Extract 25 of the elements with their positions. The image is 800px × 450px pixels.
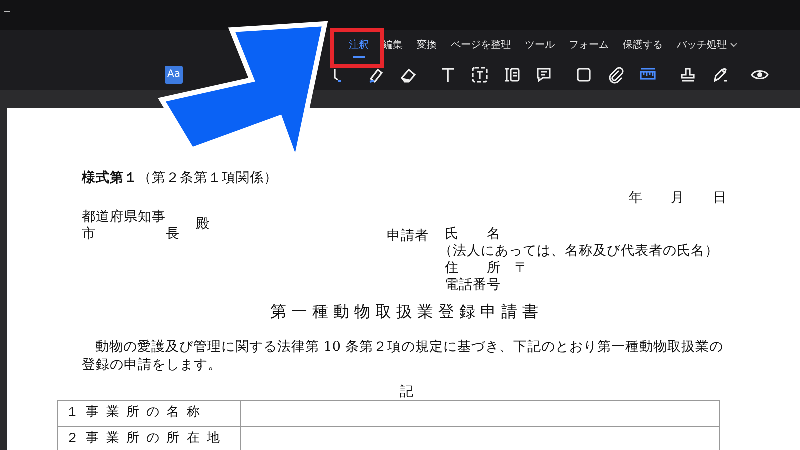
applicant-label: 申請者 [387,226,429,246]
text-style-button[interactable]: Aa [163,64,185,86]
tab[interactable]: 保護する [616,32,670,58]
applicant-line: 氏 名 [445,226,502,242]
applicant-line: （法人にあっては、名称及び代表者の氏名） [439,242,719,260]
tab[interactable]: フォーム [562,32,616,58]
tab[interactable]: 変換 [410,32,444,58]
applicant-line: 電話番号 [445,276,502,294]
body-paragraph: 動物の愛護及び管理に関する法律第 10 条第２項の規定に基づき、下記のとおり第一種動物取扱業の登録の申請をします。 [82,338,724,374]
tab[interactable]: バッチ処理 [670,32,745,58]
tab[interactable]: ページを整理 [444,32,518,58]
highlight-overlay [330,28,384,68]
section-heading: 記 [399,384,415,400]
table-cell: ２ 事 業 所 の 所 在 地 [58,426,240,450]
form-label: 様式第１（第２条第１項関係） [82,170,278,187]
table-cell: １ 事 業 所 の 名 称 [58,400,240,426]
honorific: 殿 [196,214,210,234]
tab[interactable]: 注釈 [342,32,376,58]
text-box-icon[interactable] [469,64,491,86]
document-title: 第一種動物取扱業登録申請書 [270,300,544,322]
addressee-line: 都道府県知事 [82,208,167,226]
date-line: 年 月 日 [629,189,727,208]
applicant-line: 住 所 〒 [445,260,530,276]
addressee-line: 市 長 [82,226,180,242]
tab[interactable]: ツール [518,32,562,58]
